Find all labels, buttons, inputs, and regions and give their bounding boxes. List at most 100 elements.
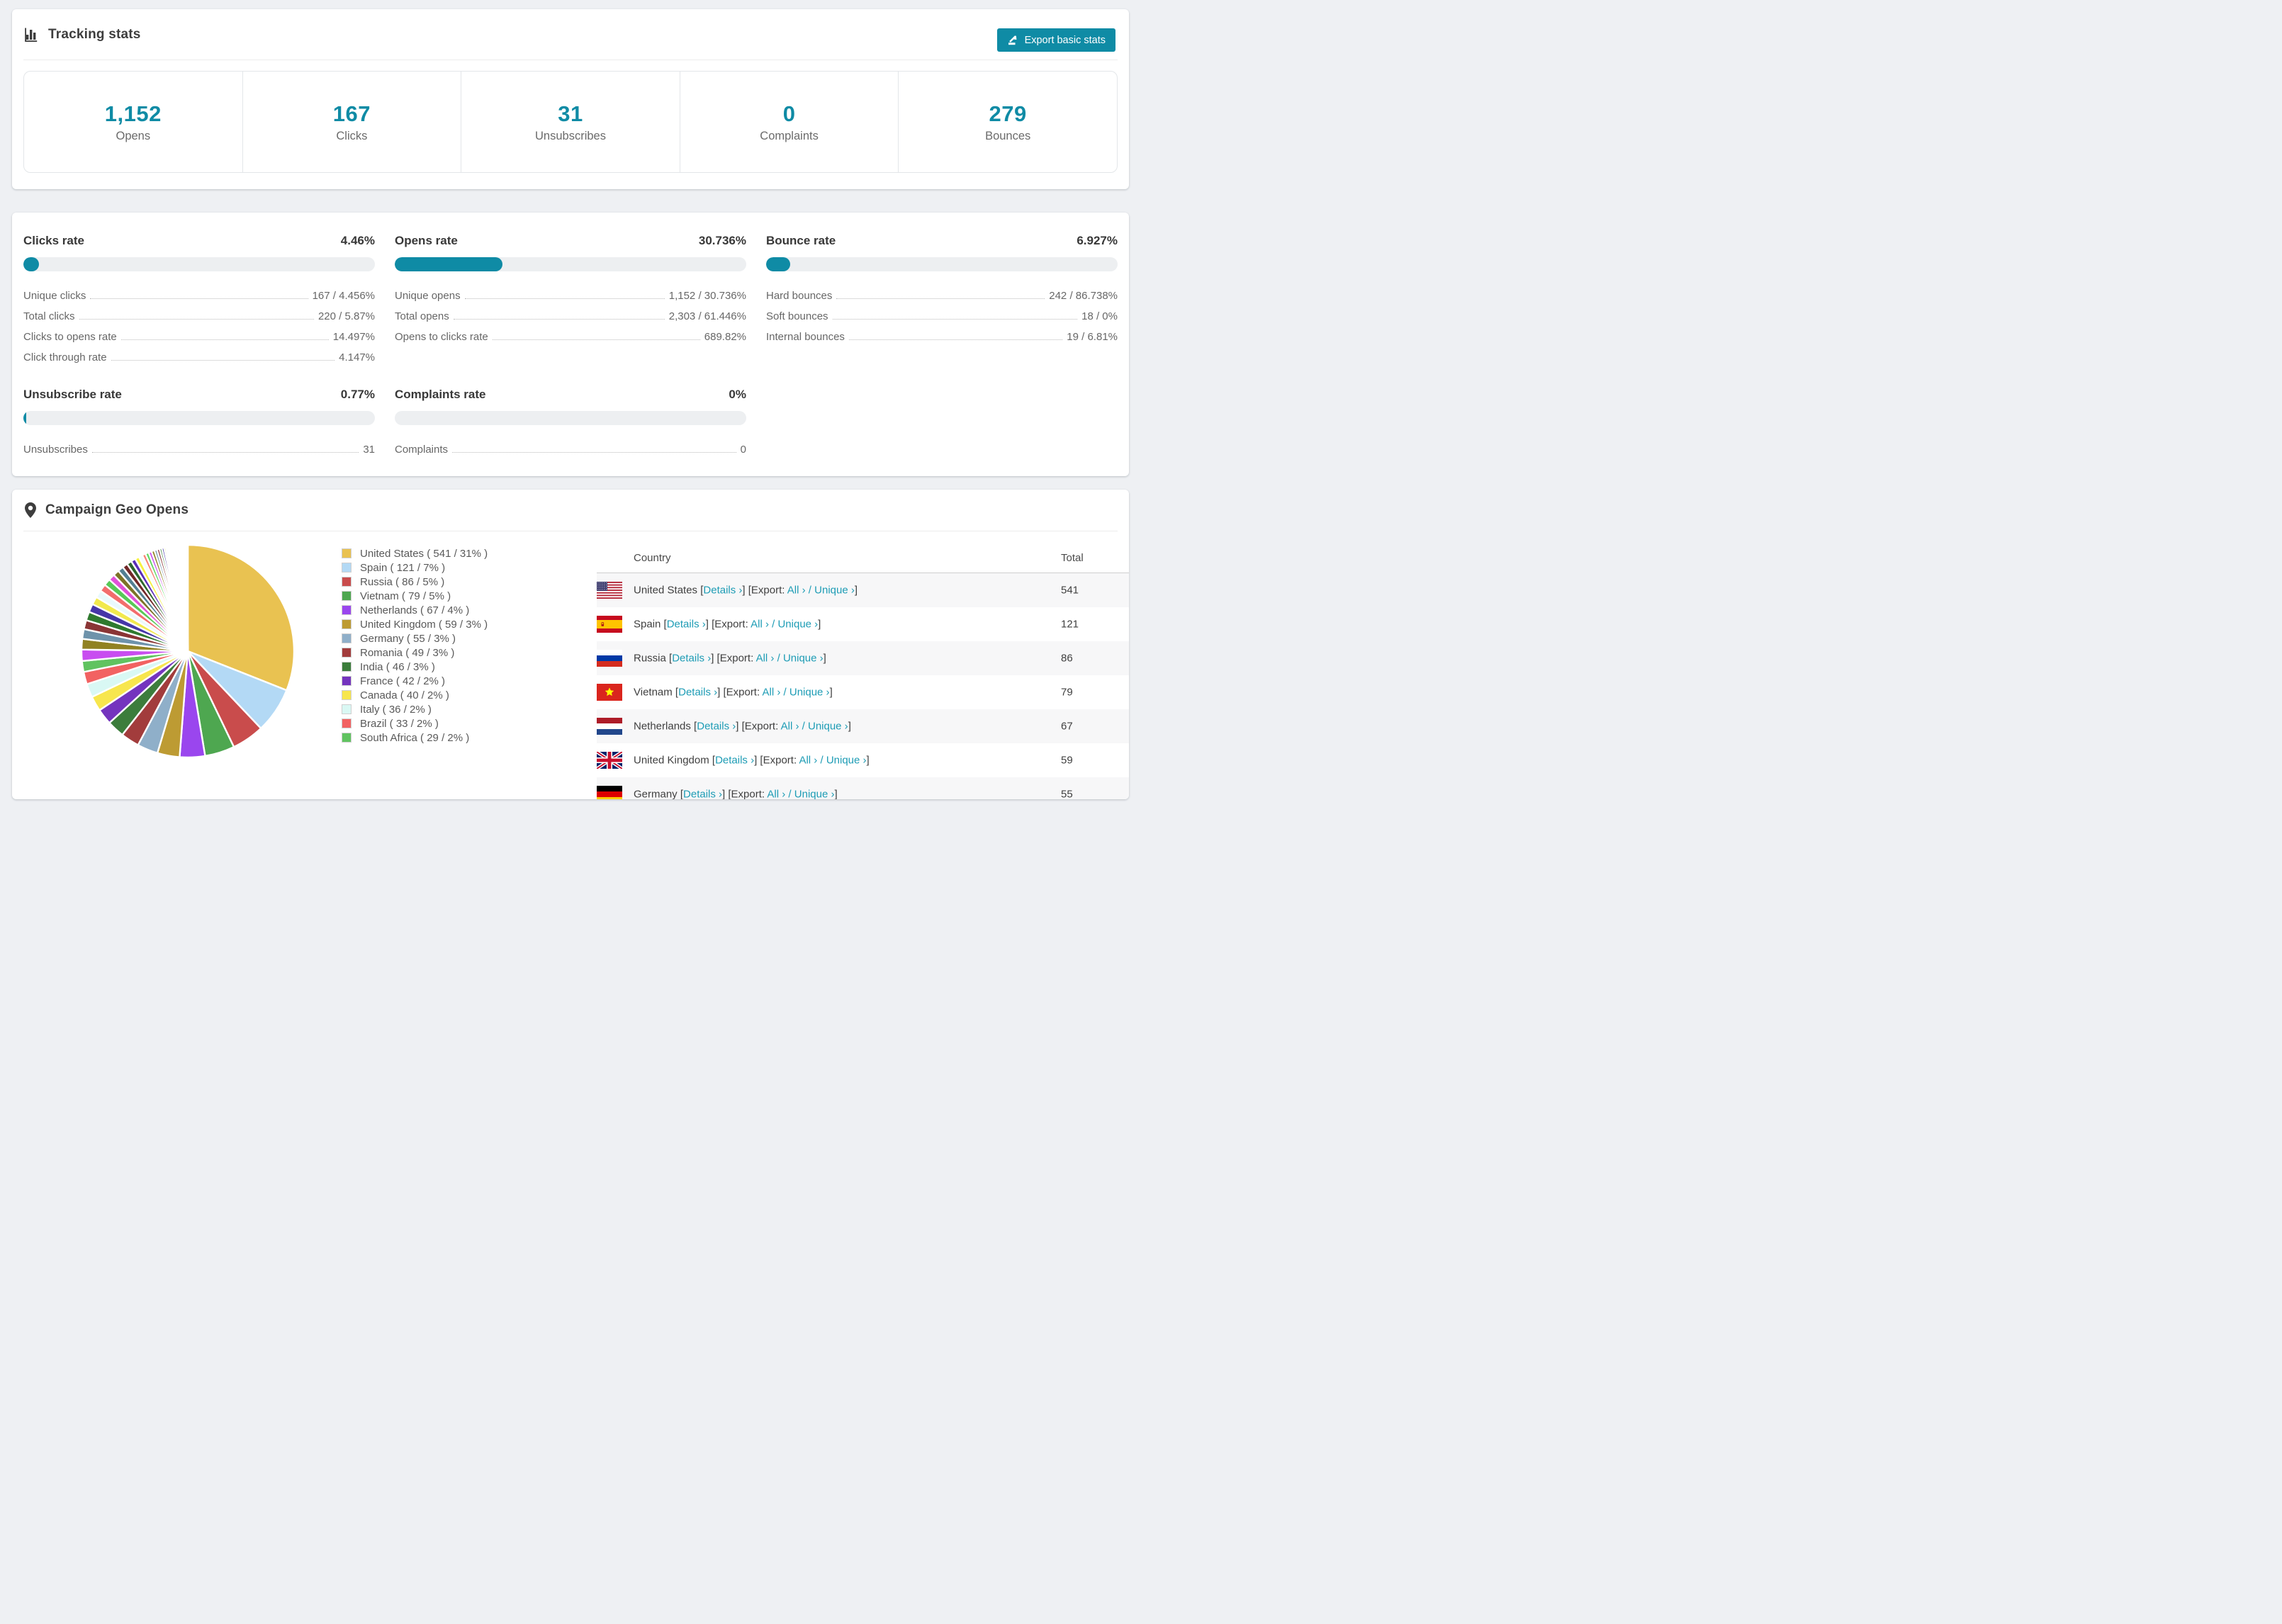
export-icon: [1008, 35, 1016, 45]
bracket: [: [709, 754, 716, 767]
country-name: United States: [634, 584, 698, 597]
legend-item: United States ( 541 / 31% ): [342, 546, 488, 560]
geo-pie-chart: [80, 543, 296, 759]
link-separator: /: [805, 584, 815, 597]
country-total: 541: [1061, 584, 1079, 597]
legend-item: Vietnam ( 79 / 5% ): [342, 589, 488, 603]
stat-bounces: 279 Bounces: [899, 72, 1117, 172]
card-title: Campaign Geo Opens: [45, 502, 189, 517]
legend-swatch: [342, 633, 352, 643]
legend-item: Netherlands ( 67 / 4% ): [342, 603, 488, 617]
country-cell: United Kingdom [Details ›] [Export: All …: [634, 755, 870, 767]
details-link[interactable]: Details ›: [697, 721, 736, 733]
clicks-rate-block: Clicks rate 4.46% Unique clicks 167 / 4.456…: [23, 234, 375, 363]
export-all-link[interactable]: All ›: [763, 687, 781, 699]
details-link[interactable]: Details ›: [715, 755, 754, 767]
column-country: Country: [634, 552, 671, 564]
es-flag-icon: [597, 616, 622, 633]
legend-label: Vietnam ( 79 / 5% ): [360, 590, 451, 602]
link-separator: /: [780, 686, 789, 699]
table-row: Spain [Details ›] [Export: All › / Uniqu…: [597, 607, 1129, 641]
bracket: ] [Export:: [736, 720, 781, 733]
opens-progress-bar: [395, 257, 746, 271]
rate-detail-row: Complaints 0: [395, 444, 746, 456]
legend-item: South Africa ( 29 / 2% ): [342, 731, 488, 745]
ru-flag-icon: [597, 650, 622, 667]
stat-label: Unsubscribes: [535, 129, 606, 142]
country-name: United Kingdom: [634, 754, 709, 767]
legend-label: France ( 42 / 2% ): [360, 675, 446, 687]
legend-label: Netherlands ( 67 / 4% ): [360, 604, 470, 616]
country-name: Netherlands: [634, 720, 691, 733]
legend-item: Italy ( 36 / 2% ): [342, 702, 488, 716]
details-link[interactable]: Details ›: [672, 653, 711, 665]
legend-label: United States ( 541 / 31% ): [360, 547, 488, 560]
legend-item: Russia ( 86 / 5% ): [342, 575, 488, 589]
bracket: ] [Export:: [711, 652, 756, 665]
export-unique-link[interactable]: Unique ›: [789, 687, 830, 699]
legend-swatch: [342, 563, 352, 573]
link-separator: /: [785, 788, 794, 800]
stat-label: Clicks: [336, 129, 368, 142]
legend-label: Canada ( 40 / 2% ): [360, 689, 449, 701]
stat-label: Complaints: [760, 129, 819, 142]
legend-label: Romania ( 49 / 3% ): [360, 646, 455, 659]
export-unique-link[interactable]: Unique ›: [808, 721, 848, 733]
us-flag-icon: [597, 582, 622, 599]
export-unique-link[interactable]: Unique ›: [783, 653, 824, 665]
legend-item: India ( 46 / 3% ): [342, 660, 488, 674]
rate-detail-row: Unique opens 1,152 / 30.736%: [395, 290, 746, 302]
country-total: 121: [1061, 618, 1079, 631]
legend-swatch: [342, 704, 352, 714]
export-unique-link[interactable]: Unique ›: [814, 585, 855, 597]
rate-title: Clicks rate: [23, 234, 84, 247]
rate-detail-row: Internal bounces 19 / 6.81%: [766, 331, 1118, 343]
country-name: Vietnam: [634, 686, 673, 699]
details-link[interactable]: Details ›: [683, 789, 722, 800]
table-row: United States [Details ›] [Export: All ›…: [597, 573, 1129, 607]
export-unique-link[interactable]: Unique ›: [777, 619, 818, 631]
details-link[interactable]: Details ›: [703, 585, 742, 597]
rate-value: 6.927%: [1077, 234, 1118, 247]
export-basic-stats-button[interactable]: Export basic stats: [996, 28, 1115, 52]
stat-value: 0: [782, 101, 796, 126]
export-all-link[interactable]: All ›: [787, 585, 806, 597]
rate-detail-row: Click through rate 4.147%: [23, 351, 375, 363]
legend-swatch: [342, 648, 352, 658]
legend-label: Russia ( 86 / 5% ): [360, 575, 445, 588]
rate-title: Unsubscribe rate: [23, 388, 122, 401]
bracket: ] [Export:: [717, 686, 763, 699]
stat-clicks: 167 Clicks: [243, 72, 462, 172]
export-all-link[interactable]: All ›: [767, 789, 785, 800]
legend-swatch: [342, 605, 352, 615]
export-all-link[interactable]: All ›: [799, 755, 817, 767]
export-all-link[interactable]: All ›: [751, 619, 769, 631]
export-unique-link[interactable]: Unique ›: [794, 789, 835, 800]
bracket: ]: [866, 754, 870, 767]
details-link[interactable]: Details ›: [678, 687, 717, 699]
export-all-link[interactable]: All ›: [781, 721, 799, 733]
rates-grid: Clicks rate 4.46% Unique clicks 167 / 4.456…: [12, 213, 1129, 456]
stat-label: Opens: [116, 129, 151, 142]
campaign-geo-opens-card: Campaign Geo Opens United States ( 541 /…: [12, 490, 1129, 799]
rate-detail-row: Total opens 2,303 / 61.446%: [395, 310, 746, 322]
bracket: ] [Export:: [754, 754, 799, 767]
export-unique-link[interactable]: Unique ›: [826, 755, 867, 767]
rate-detail-row: Unique clicks 167 / 4.456%: [23, 290, 375, 302]
bar-chart-icon: [25, 28, 38, 42]
bracket: ]: [829, 686, 833, 699]
country-name: Spain: [634, 618, 661, 631]
bounce-progress-bar: [766, 257, 1118, 271]
details-link[interactable]: Details ›: [667, 619, 706, 631]
stats-summary: 1,152 Opens 167 Clicks 31 Unsubscribes 0…: [23, 71, 1118, 173]
link-separator: /: [768, 618, 778, 631]
unsubscribe-rate-block: Unsubscribe rate 0.77% Unsubscribes 31: [23, 388, 375, 456]
stat-complaints: 0 Complaints: [680, 72, 899, 172]
rate-detail-row: Total clicks 220 / 5.87%: [23, 310, 375, 322]
complaints-rate-block: Complaints rate 0% Complaints 0: [395, 388, 746, 456]
export-all-link[interactable]: All ›: [756, 653, 775, 665]
bracket: [: [672, 686, 679, 699]
rate-value: 4.46%: [340, 234, 375, 247]
geo-table-header: Country Total: [597, 544, 1129, 573]
pie-legend: United States ( 541 / 31% ) Spain ( 121 /…: [342, 546, 488, 745]
